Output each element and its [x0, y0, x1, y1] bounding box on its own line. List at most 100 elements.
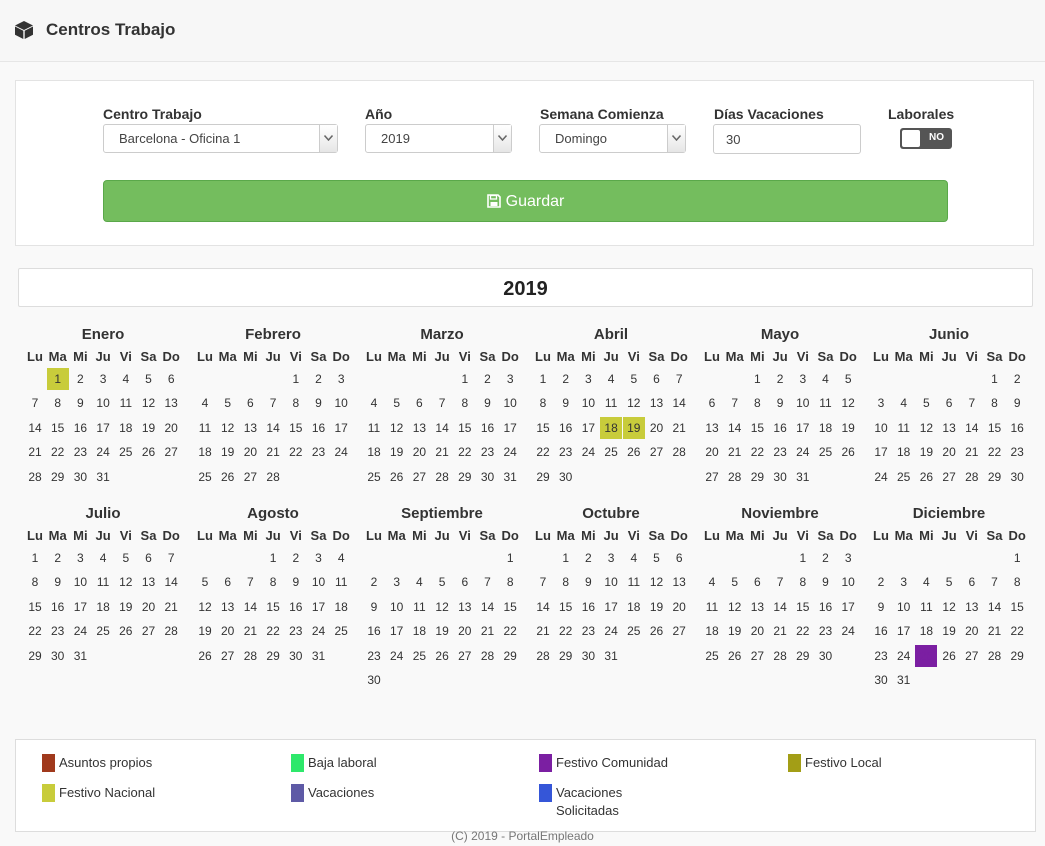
calendar-day[interactable]: 28 [724, 466, 746, 488]
calendar-day[interactable]: 20 [668, 596, 690, 618]
calendar-day[interactable]: 30 [477, 466, 499, 488]
calendar-day[interactable]: 6 [408, 392, 430, 414]
calendar-day[interactable]: 5 [217, 392, 239, 414]
calendar-day[interactable]: 12 [837, 392, 859, 414]
calendar-day[interactable]: 13 [408, 417, 430, 439]
calendar-day[interactable]: 3 [577, 368, 599, 390]
calendar-day[interactable]: 16 [555, 417, 577, 439]
calendar-day[interactable]: 24 [837, 620, 859, 642]
calendar-day[interactable]: 18 [115, 417, 137, 439]
calendar-day[interactable]: 7 [532, 571, 554, 593]
calendar-day[interactable]: 30 [870, 669, 892, 691]
calendar-day[interactable]: 10 [600, 571, 622, 593]
calendar-day[interactable]: 3 [69, 547, 91, 569]
calendar-day[interactable]: 27 [217, 645, 239, 667]
laborales-toggle[interactable]: NO [900, 128, 952, 149]
calendar-day[interactable]: 23 [363, 645, 385, 667]
calendar-day[interactable]: 9 [555, 392, 577, 414]
calendar-day[interactable]: 12 [431, 596, 453, 618]
calendar-day[interactable]: 30 [1006, 466, 1028, 488]
calendar-day[interactable]: 15 [792, 596, 814, 618]
calendar-day[interactable]: 17 [308, 596, 330, 618]
calendar-day[interactable]: 8 [262, 571, 284, 593]
calendar-day[interactable]: 27 [239, 466, 261, 488]
calendar-day[interactable]: 26 [724, 645, 746, 667]
calendar-day[interactable]: 16 [285, 596, 307, 618]
calendar-day[interactable]: 31 [308, 645, 330, 667]
calendar-day[interactable]: 27 [646, 441, 668, 463]
calendar-day[interactable]: 18 [408, 620, 430, 642]
calendar-day[interactable]: 2 [285, 547, 307, 569]
calendar-day[interactable]: 30 [47, 645, 69, 667]
calendar-day[interactable]: 24 [792, 441, 814, 463]
calendar-day[interactable]: 7 [961, 392, 983, 414]
calendar-day[interactable]: 18 [623, 596, 645, 618]
calendar-day[interactable]: 28 [961, 466, 983, 488]
calendar-day[interactable]: 20 [408, 441, 430, 463]
calendar-day[interactable]: 9 [477, 392, 499, 414]
calendar-day[interactable]: 7 [160, 547, 182, 569]
calendar-day[interactable]: 29 [262, 645, 284, 667]
calendar-day[interactable]: 10 [499, 392, 521, 414]
calendar-day[interactable]: 2 [870, 571, 892, 593]
calendar-day[interactable]: 5 [115, 547, 137, 569]
calendar-day[interactable]: 30 [555, 466, 577, 488]
calendar-day[interactable]: 27 [938, 466, 960, 488]
calendar-day[interactable]: 24 [92, 441, 114, 463]
calendar-day[interactable]: 5 [837, 368, 859, 390]
calendar-day[interactable]: 26 [837, 441, 859, 463]
calendar-day[interactable]: 24 [600, 620, 622, 642]
calendar-day[interactable]: 7 [984, 571, 1006, 593]
calendar-day[interactable]: 12 [938, 596, 960, 618]
calendar-day[interactable]: 23 [477, 441, 499, 463]
calendar-day[interactable]: 30 [69, 466, 91, 488]
calendar-day[interactable]: 25 [623, 620, 645, 642]
calendar-day[interactable]: 6 [138, 547, 160, 569]
calendar-day[interactable]: 29 [454, 466, 476, 488]
calendar-day[interactable]: 3 [308, 547, 330, 569]
calendar-day[interactable]: 20 [138, 596, 160, 618]
calendar-day[interactable]: 16 [308, 417, 330, 439]
calendar-day[interactable]: 2 [47, 547, 69, 569]
calendar-day[interactable]: 20 [239, 441, 261, 463]
calendar-day[interactable]: 21 [668, 417, 690, 439]
calendar-day[interactable]: 4 [815, 368, 837, 390]
calendar-day[interactable]: 3 [893, 571, 915, 593]
calendar-day[interactable]: 25 [701, 645, 723, 667]
calendar-day[interactable]: 15 [499, 596, 521, 618]
calendar-day[interactable]: 10 [893, 596, 915, 618]
calendar-day[interactable]: 24 [330, 441, 352, 463]
calendar-day[interactable]: 20 [938, 441, 960, 463]
calendar-day[interactable]: 27 [746, 645, 768, 667]
calendar-day[interactable]: 7 [239, 571, 261, 593]
calendar-day[interactable]: 14 [239, 596, 261, 618]
calendar-day[interactable]: 17 [600, 596, 622, 618]
calendar-day[interactable]: 17 [330, 417, 352, 439]
calendar-day[interactable]: 2 [1006, 368, 1028, 390]
anio-select[interactable]: 2019 [365, 124, 512, 153]
calendar-day[interactable]: 15 [532, 417, 554, 439]
calendar-day[interactable]: 12 [646, 571, 668, 593]
calendar-day[interactable]: 9 [577, 571, 599, 593]
calendar-day[interactable]: 4 [408, 571, 430, 593]
calendar-day[interactable]: 3 [386, 571, 408, 593]
calendar-day[interactable]: 7 [668, 368, 690, 390]
calendar-day[interactable]: 16 [47, 596, 69, 618]
calendar-day[interactable]: 26 [915, 466, 937, 488]
calendar-day[interactable]: 14 [24, 417, 46, 439]
calendar-day[interactable]: 7 [477, 571, 499, 593]
calendar-day[interactable]: 8 [555, 571, 577, 593]
calendar-day[interactable]: 21 [239, 620, 261, 642]
calendar-day[interactable]: 2 [363, 571, 385, 593]
calendar-day[interactable]: 17 [69, 596, 91, 618]
calendar-day[interactable]: 4 [363, 392, 385, 414]
calendar-day[interactable]: 18 [330, 596, 352, 618]
calendar-day[interactable]: 19 [724, 620, 746, 642]
calendar-day[interactable]: 17 [870, 441, 892, 463]
save-button[interactable]: Guardar [103, 180, 948, 222]
calendar-day[interactable]: 29 [555, 645, 577, 667]
calendar-day[interactable]: 11 [194, 417, 216, 439]
calendar-day[interactable]: 25 [915, 644, 938, 667]
calendar-day[interactable]: 5 [915, 392, 937, 414]
calendar-day[interactable]: 10 [837, 571, 859, 593]
